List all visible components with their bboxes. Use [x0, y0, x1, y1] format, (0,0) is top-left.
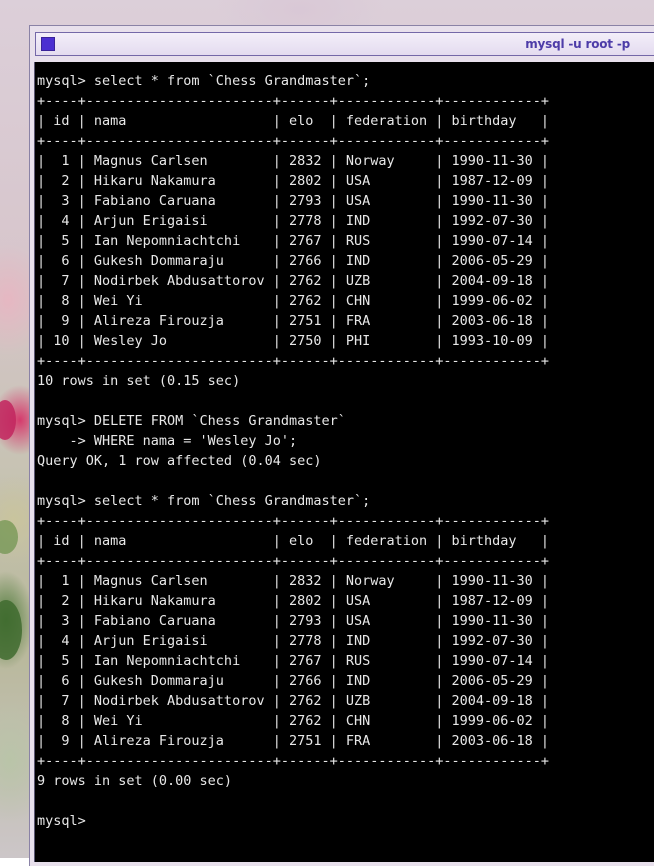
- terminal-line: | 1 | Magnus Carlsen | 2832 | Norway | 1…: [37, 153, 550, 169]
- terminal-line: +----+-----------------------+------+---…: [37, 553, 550, 569]
- wallpaper-flower: [0, 400, 16, 440]
- terminal-line: | 8 | Wei Yi | 2762 | CHN | 1999-06-02 |: [37, 713, 550, 729]
- terminal-line: | 7 | Nodirbek Abdusattorov | 2762 | UZB…: [37, 273, 550, 289]
- terminal-line: | 6 | Gukesh Dommaraju | 2766 | IND | 20…: [37, 253, 550, 269]
- terminal-area[interactable]: mysql> select * from `Chess Grandmaster`…: [34, 62, 654, 862]
- window-title: mysql -u root -p: [525, 37, 630, 51]
- terminal-line: | 2 | Hikaru Nakamura | 2802 | USA | 198…: [37, 593, 550, 609]
- terminal-line: mysql> select * from `Chess Grandmaster`…: [37, 493, 371, 509]
- terminal-line: mysql> DELETE FROM `Chess Grandmaster`: [37, 413, 346, 429]
- terminal-line: | 6 | Gukesh Dommaraju | 2766 | IND | 20…: [37, 673, 550, 689]
- terminal-line: +----+-----------------------+------+---…: [37, 133, 550, 149]
- terminal-line: | 9 | Alireza Firouzja | 2751 | FRA | 20…: [37, 733, 550, 749]
- terminal-line: mysql> select * from `Chess Grandmaster`…: [37, 73, 371, 89]
- terminal-line: +----+-----------------------+------+---…: [37, 353, 550, 369]
- terminal-line: Query OK, 1 row affected (0.04 sec): [37, 453, 322, 469]
- terminal-line: +----+-----------------------+------+---…: [37, 93, 550, 109]
- terminal-line: | 1 | Magnus Carlsen | 2832 | Norway | 1…: [37, 573, 550, 589]
- terminal-line: | id | nama | elo | federation | birthda…: [37, 533, 550, 549]
- wallpaper-leaf: [0, 520, 18, 554]
- terminal-line: | 7 | Nodirbek Abdusattorov | 2762 | UZB…: [37, 693, 550, 709]
- terminal-line: | 4 | Arjun Erigaisi | 2778 | IND | 1992…: [37, 633, 550, 649]
- terminal-line: | 8 | Wei Yi | 2762 | CHN | 1999-06-02 |: [37, 293, 550, 309]
- terminal-line: | 9 | Alireza Firouzja | 2751 | FRA | 20…: [37, 313, 550, 329]
- terminal-line: | 2 | Hikaru Nakamura | 2802 | USA | 198…: [37, 173, 550, 189]
- terminal-window[interactable]: mysql -u root -p mysql> select * from `C…: [29, 25, 654, 866]
- terminal-line: mysql>: [37, 813, 94, 829]
- terminal-line: | 3 | Fabiano Caruana | 2793 | USA | 199…: [37, 193, 550, 209]
- terminal-line: | 3 | Fabiano Caruana | 2793 | USA | 199…: [37, 613, 550, 629]
- wallpaper-leaf: [0, 600, 22, 660]
- terminal-line: 10 rows in set (0.15 sec): [37, 373, 241, 389]
- terminal-line: | 5 | Ian Nepomniachtchi | 2767 | RUS | …: [37, 653, 550, 669]
- terminal-line: 9 rows in set (0.00 sec): [37, 773, 233, 789]
- terminal-line: | 10 | Wesley Jo | 2750 | PHI | 1993-10-…: [37, 333, 550, 349]
- terminal-line: | 4 | Arjun Erigaisi | 2778 | IND | 1992…: [37, 213, 550, 229]
- terminal-output[interactable]: mysql> select * from `Chess Grandmaster`…: [37, 71, 549, 831]
- terminal-line: +----+-----------------------+------+---…: [37, 753, 550, 769]
- terminal-line: +----+-----------------------+------+---…: [37, 513, 550, 529]
- terminal-line: -> WHERE nama = 'Wesley Jo';: [37, 433, 298, 449]
- terminal-line: | 5 | Ian Nepomniachtchi | 2767 | RUS | …: [37, 233, 550, 249]
- terminal-line: | id | nama | elo | federation | birthda…: [37, 113, 550, 129]
- window-titlebar[interactable]: mysql -u root -p: [35, 32, 654, 56]
- terminal-app-icon[interactable]: [41, 37, 55, 51]
